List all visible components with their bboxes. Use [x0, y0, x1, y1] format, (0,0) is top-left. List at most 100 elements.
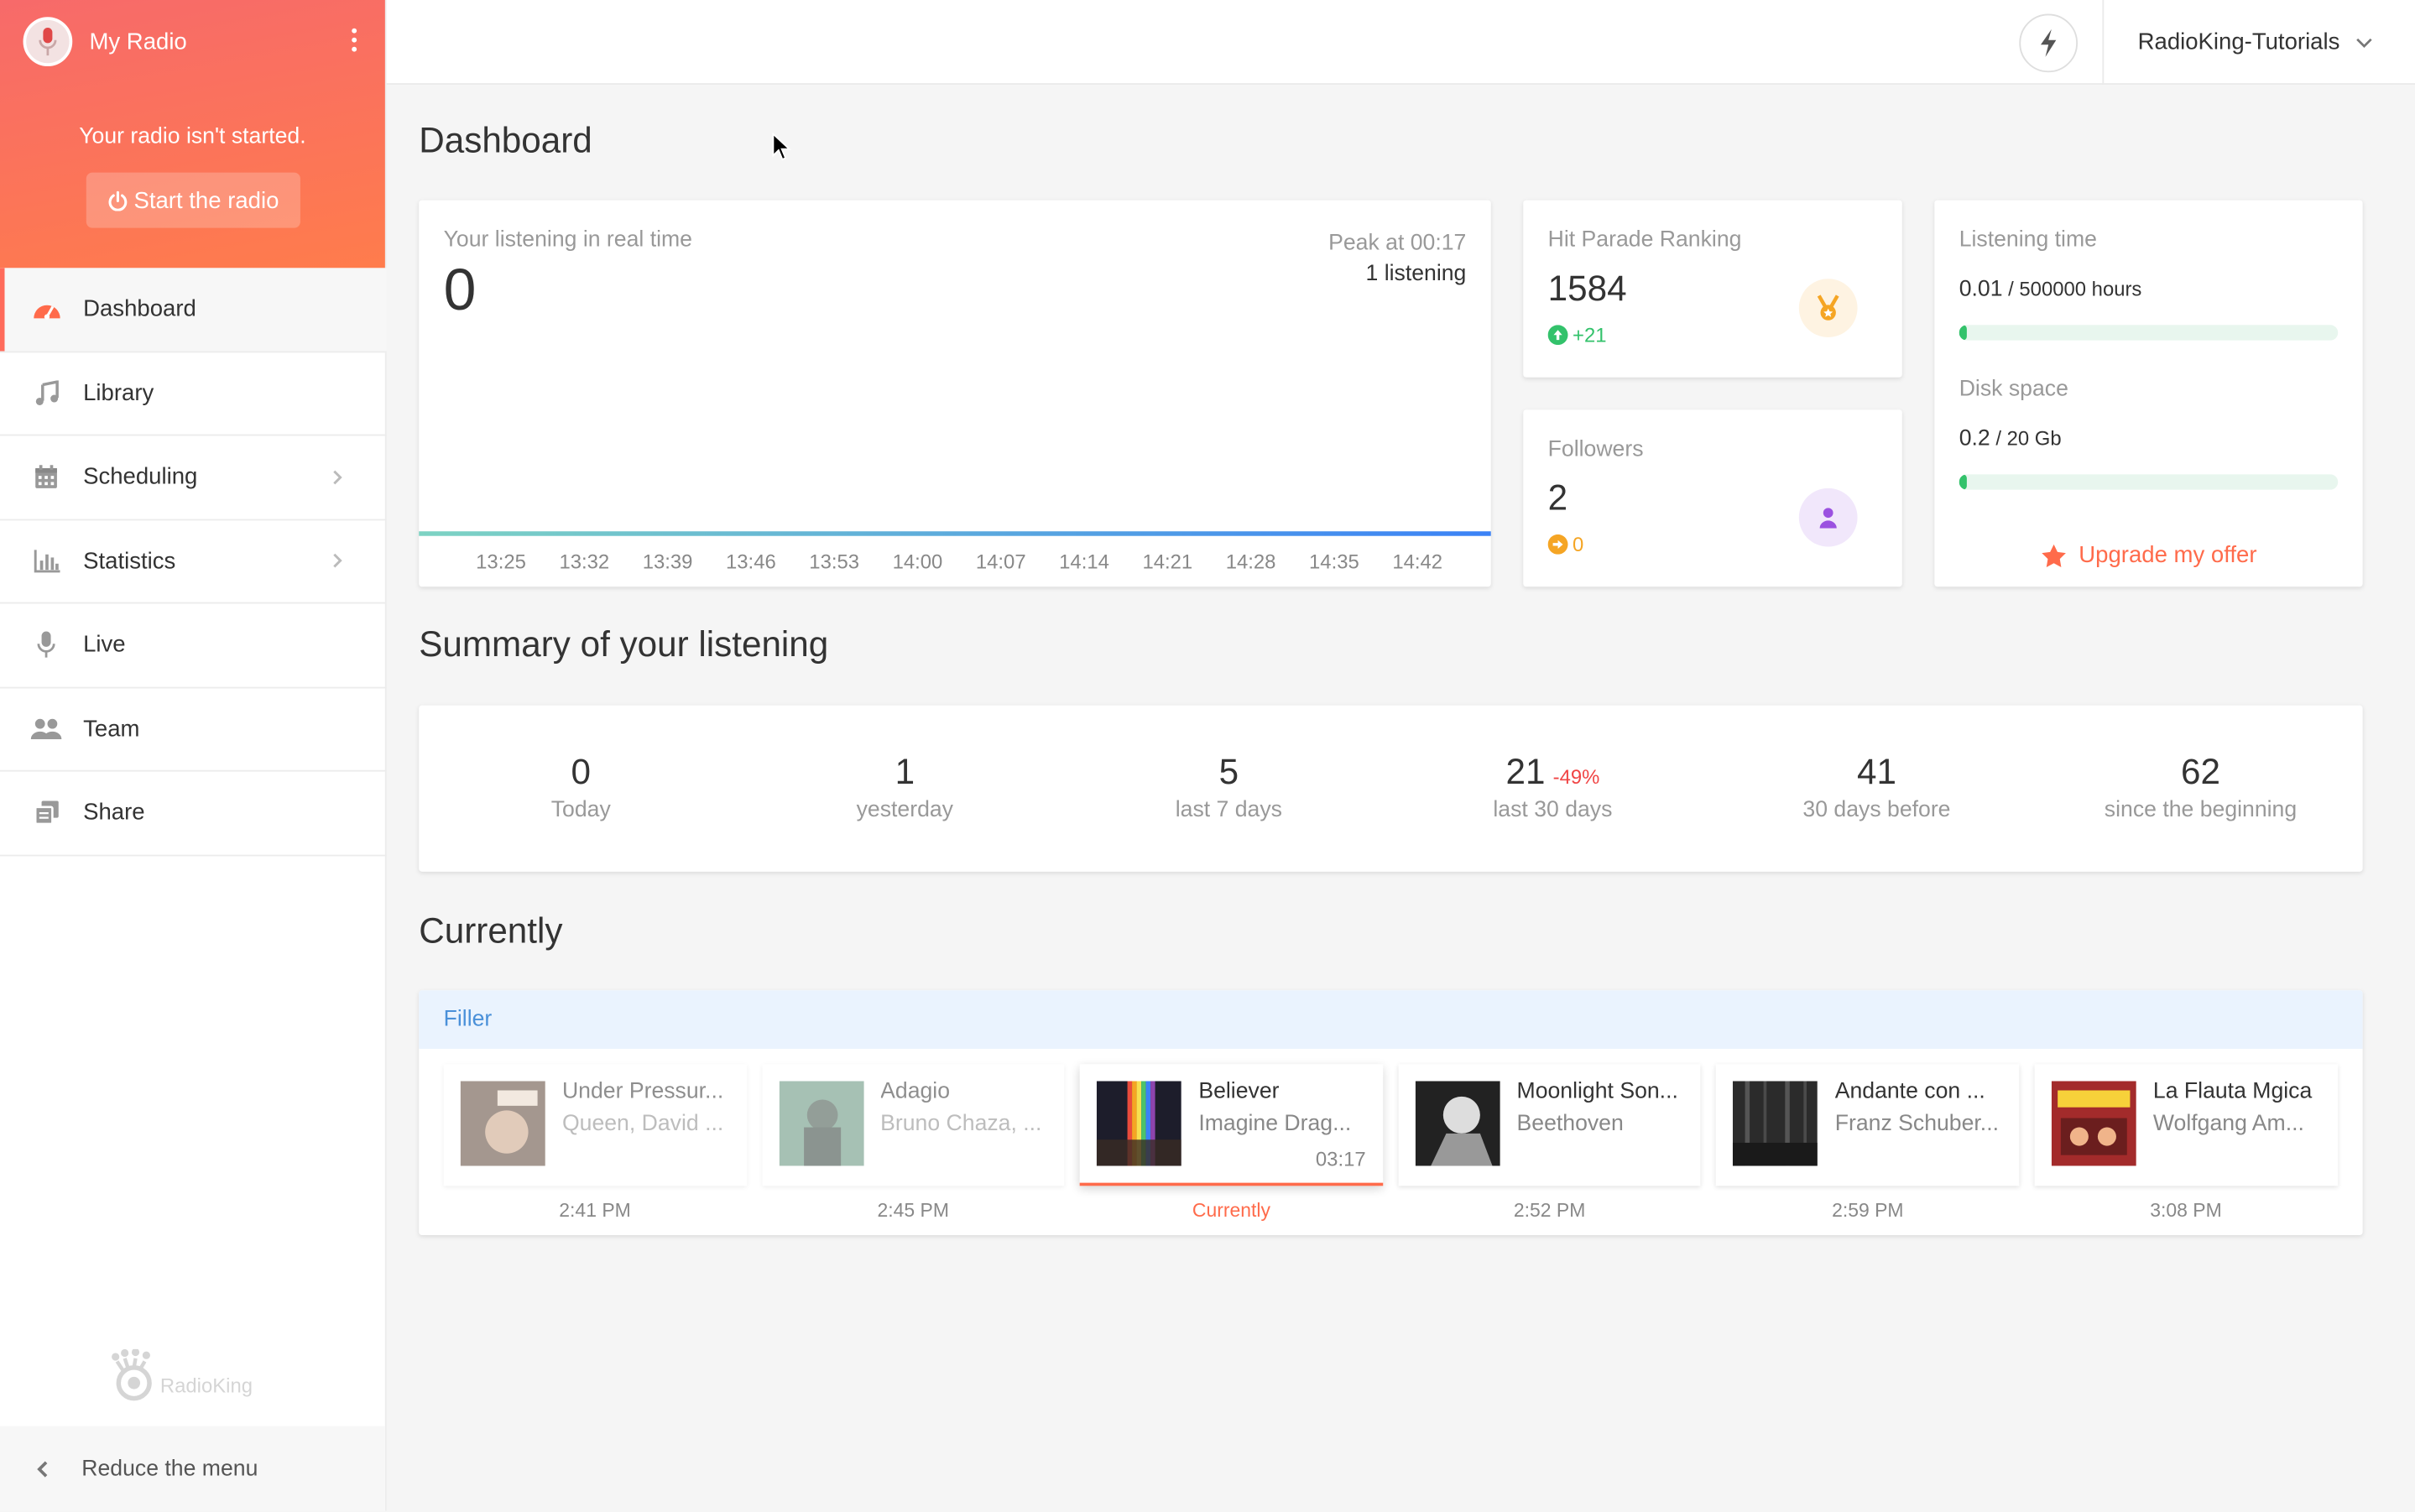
radio-avatar[interactable]: [23, 17, 73, 66]
disk-space-progress-fill: [1959, 474, 1967, 490]
album-cover: [1733, 1081, 1818, 1166]
summary-since-beginning: 62 since the beginning: [2038, 752, 2362, 822]
sidebar-item-team[interactable]: Team: [0, 688, 387, 772]
track-time: 2:52 PM: [1513, 1199, 1586, 1222]
sidebar-item-label: Library: [83, 379, 154, 407]
radio-name[interactable]: My Radio: [89, 29, 338, 55]
summary-yesterday: 1 yesterday: [743, 752, 1067, 822]
track-card[interactable]: Moonlight Son... Beethoven: [1398, 1064, 1702, 1186]
currently-title: Currently: [419, 910, 563, 951]
sidebar-item-library[interactable]: Library: [0, 352, 387, 436]
summary-label: since the beginning: [2104, 797, 2298, 823]
summary-30-days-before: 41 30 days before: [1714, 752, 2038, 822]
sidebar-item-share[interactable]: Share: [0, 772, 387, 856]
chart-tick-label: 13:25: [476, 550, 526, 573]
disk-space-label: Disk space: [1959, 377, 2068, 403]
radioking-logo: RadioKing: [111, 1348, 253, 1401]
chart-tick-label: 14:42: [1392, 550, 1443, 573]
power-icon: [108, 190, 128, 211]
summary-label: Today: [550, 797, 611, 823]
disk-space-value: 0.2 / 20 Gb: [1959, 426, 2062, 451]
topbar-divider: [2102, 0, 2105, 85]
chevron-right-icon: [333, 470, 342, 484]
track-card[interactable]: Andante con ... Franz Schuber...: [1716, 1064, 2020, 1186]
track-duration: 03:17: [1315, 1147, 1366, 1170]
sidebar-item-label: Statistics: [83, 547, 176, 575]
sidebar-item-live[interactable]: Live: [0, 604, 387, 688]
sidebar-item-scheduling[interactable]: Scheduling: [0, 435, 387, 520]
chart-tick-label: 14:00: [892, 550, 943, 573]
chart-tick-label: 13:32: [559, 550, 610, 573]
track-card[interactable]: Under Pressur... Queen, David ...: [443, 1064, 747, 1186]
chart-tick-label: 13:53: [809, 550, 860, 573]
mouse-cursor-icon: [772, 132, 792, 161]
user-icon-badge: [1798, 487, 1858, 547]
sidebar-item-statistics[interactable]: Statistics: [0, 519, 387, 604]
listening-time-progress: [1959, 325, 2339, 341]
music-note-icon: [31, 378, 62, 409]
summary-value: 5: [1218, 751, 1239, 792]
arrow-right-circle-icon: [1547, 534, 1568, 555]
peak-label: Peak at 00:17: [1328, 231, 1467, 256]
user-icon: [1819, 508, 1837, 529]
listening-time-value: 0.01 / 500000 hours: [1959, 277, 2142, 301]
radio-selector[interactable]: My Radio: [23, 17, 370, 66]
track-title: Adagio: [880, 1079, 951, 1105]
sidebar-item-dashboard[interactable]: Dashboard: [0, 268, 387, 352]
crown-logo-icon: [112, 1348, 152, 1401]
start-radio-button[interactable]: Start the radio: [86, 172, 300, 228]
followers-card[interactable]: Followers 2 0: [1523, 409, 1902, 587]
track-artist: Bruno Chaza, ...: [880, 1112, 1042, 1137]
sidebar-item-label: Live: [83, 631, 126, 659]
track-card[interactable]: La Flauta Mgica Wolfgang Am...: [2034, 1064, 2338, 1186]
users-icon: [30, 713, 62, 744]
chart-tick-label: 14:35: [1309, 550, 1359, 573]
brand-name: RadioKing: [159, 1374, 253, 1397]
track-card-current[interactable]: Believer Imagine Drag... 03:17: [1080, 1064, 1383, 1186]
star-icon: [2041, 543, 2066, 567]
summary-last-30-days: 21 -49% last 30 days: [1390, 752, 1714, 822]
realtime-label: Your listening in real time: [443, 227, 692, 253]
quick-actions-button[interactable]: [2019, 13, 2079, 73]
usage-card: Listening time 0.01 / 500000 hours Disk …: [1934, 200, 2363, 587]
album-cover: [1415, 1081, 1500, 1166]
sidebar-item-label: Share: [83, 800, 145, 826]
account-menu[interactable]: RadioKing-Tutorials: [2138, 0, 2374, 85]
radio-status-text: Your radio isn't started.: [79, 124, 306, 150]
account-name: RadioKing-Tutorials: [2137, 29, 2340, 56]
chart-tick-label: 13:46: [726, 550, 776, 573]
track-title: Moonlight Son...: [1516, 1079, 1678, 1105]
realtime-chart-axis: 13:25 13:32 13:39 13:46 13:53 14:00 14:07 14:14…: [476, 550, 1475, 573]
realtime-listening-card: Your listening in real time 0 Peak at 00…: [419, 200, 1491, 587]
summary-change: -49%: [1552, 765, 1600, 789]
bar-chart-icon: [31, 545, 62, 576]
chart-tick-label: 14:07: [975, 550, 1026, 573]
upgrade-offer-label: Upgrade my offer: [2079, 542, 2257, 569]
track-time: 2:41 PM: [559, 1199, 631, 1222]
track-card[interactable]: Adagio Bruno Chaza, ...: [761, 1064, 1065, 1186]
upgrade-offer-link[interactable]: Upgrade my offer: [1934, 542, 2362, 568]
followers-delta-value: 0: [1573, 533, 1584, 556]
track-list: Under Pressur... Queen, David ... Adagio…: [443, 1064, 2338, 1186]
track-title: Under Pressur...: [561, 1079, 724, 1105]
gauge-icon: [31, 294, 62, 325]
more-options-icon[interactable]: [339, 27, 370, 56]
reduce-menu-button[interactable]: Reduce the menu: [0, 1426, 385, 1511]
chart-tick-label: 14:28: [1225, 550, 1276, 573]
summary-value: 62: [2181, 751, 2220, 792]
reduce-menu-label: Reduce the menu: [81, 1456, 258, 1481]
track-time: 3:08 PM: [2150, 1199, 2222, 1222]
sidebar-item-label: Dashboard: [83, 295, 196, 323]
microphone-icon: [39, 28, 57, 56]
calendar-icon: [31, 461, 62, 493]
summary-title: Summary of your listening: [419, 623, 829, 665]
chart-tick-label: 14:14: [1059, 550, 1109, 573]
track-artist: Imagine Drag...: [1198, 1112, 1352, 1137]
listening-time-total: / 500000 hours: [2002, 277, 2142, 300]
track-artist: Wolfgang Am...: [2152, 1112, 2304, 1137]
track-title: Believer: [1198, 1079, 1280, 1105]
hit-parade-card[interactable]: Hit Parade Ranking 1584 +21: [1523, 200, 1902, 378]
followers-delta: 0: [1547, 533, 1584, 556]
peak-info: Peak at 00:17 1 listening: [1328, 228, 1466, 289]
hit-parade-delta: +21: [1547, 323, 1606, 347]
